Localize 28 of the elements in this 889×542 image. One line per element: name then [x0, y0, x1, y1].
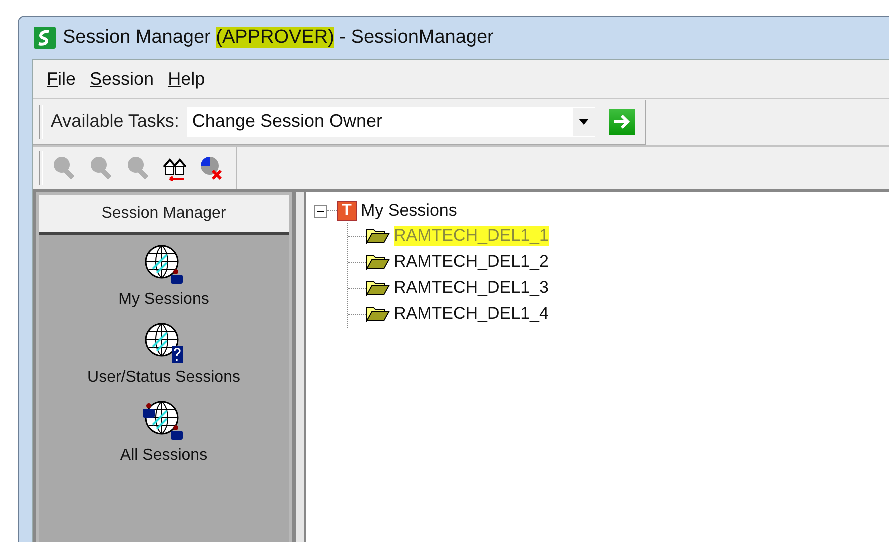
caret-icon: [579, 118, 590, 124]
go-button[interactable]: [609, 108, 636, 134]
tree-node[interactable]: RAMTECH_DEL1_2: [394, 252, 549, 272]
folder-icon: [366, 280, 390, 296]
globe-user-icon: [142, 243, 185, 287]
menu-item[interactable]: Session: [88, 68, 156, 90]
sidebar-item[interactable]: User/Status Sessions: [88, 369, 240, 387]
arrow-icon: [612, 112, 632, 130]
folder-icon: [366, 306, 390, 322]
folder-icon: [366, 228, 390, 244]
globe-question-icon: [142, 321, 185, 365]
tree-node[interactable]: My Sessions: [361, 201, 458, 221]
tree-node[interactable]: RAMTECH_DEL1_4: [394, 304, 549, 324]
splitter[interactable]: [296, 192, 306, 542]
window-title: Session Manager (APPROVER) - SessionManager: [63, 27, 494, 49]
task-dropdown[interactable]: Change Session Owner: [187, 106, 596, 136]
sidebar-item[interactable]: My Sessions: [118, 291, 210, 309]
globe-users-icon: [143, 399, 185, 443]
field-label: Available Tasks:: [51, 111, 180, 132]
collapse-icon[interactable]: [314, 204, 327, 218]
folder-icon: [366, 254, 390, 270]
panel-title: Session Manager: [102, 204, 226, 222]
tree-node[interactable]: RAMTECH_DEL1_3: [394, 278, 549, 298]
menu-item[interactable]: File: [45, 68, 78, 90]
app-icon: [34, 27, 56, 49]
tree-root-icon: T: [337, 201, 357, 221]
menu-item[interactable]: Help: [166, 68, 208, 90]
sidebar-item[interactable]: All Sessions: [120, 447, 208, 465]
